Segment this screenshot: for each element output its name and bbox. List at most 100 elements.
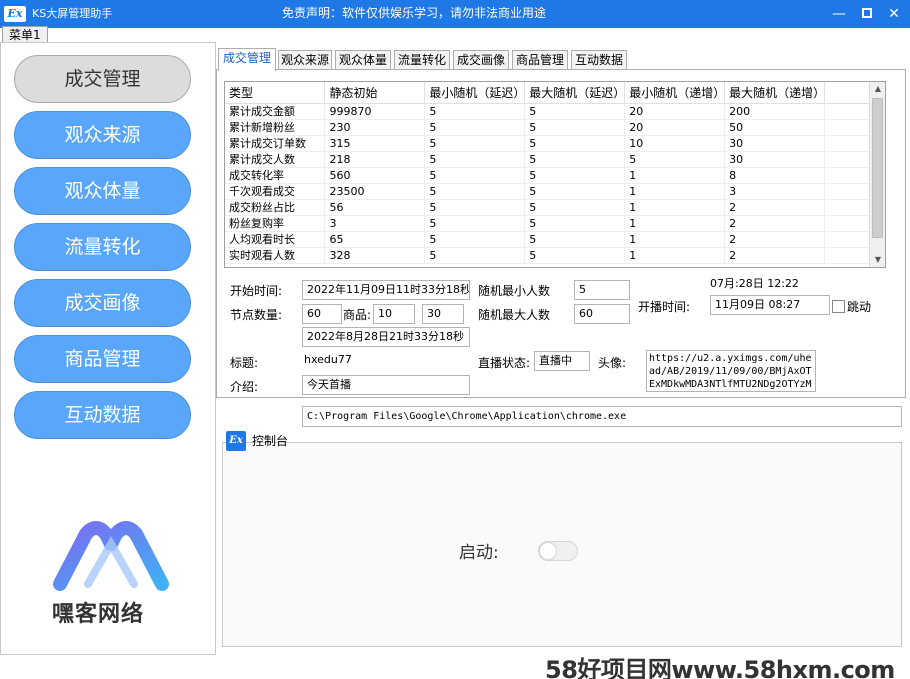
- maximize-button[interactable]: [854, 4, 880, 24]
- tab-audience-source[interactable]: 观众来源: [278, 50, 332, 70]
- grid-cell[interactable]: 5: [424, 183, 526, 200]
- tab-deal-management[interactable]: 成交管理: [218, 48, 276, 71]
- grid-cell[interactable]: 3: [724, 183, 826, 200]
- grid-cell[interactable]: 2: [724, 231, 826, 248]
- jump-checkbox[interactable]: [832, 300, 845, 313]
- grid-cell[interactable]: 人均观看时长: [225, 231, 326, 248]
- nav-goods-management-button[interactable]: 商品管理: [14, 335, 191, 383]
- scroll-thumb[interactable]: [872, 98, 883, 238]
- grid-header-static-initial[interactable]: 静态初始: [324, 82, 426, 104]
- open-time-field[interactable]: 11月09日 08:27: [710, 295, 830, 315]
- tab-interaction-data[interactable]: 互动数据: [571, 50, 627, 70]
- grid-cell[interactable]: 2: [724, 247, 826, 264]
- table-row[interactable]: 成交粉丝占比 56 5 5 1 2: [225, 199, 870, 216]
- grid-cell[interactable]: 1: [624, 183, 726, 200]
- nav-deal-profile-button[interactable]: 成交画像: [14, 279, 191, 327]
- grid-cell[interactable]: 5: [424, 135, 526, 152]
- grid-cell[interactable]: 1: [624, 215, 726, 232]
- grid-cell[interactable]: 5: [524, 199, 626, 216]
- grid-cell[interactable]: 30: [724, 135, 826, 152]
- start-toggle[interactable]: [538, 541, 578, 561]
- grid-cell[interactable]: 1: [624, 199, 726, 216]
- jump-label[interactable]: 跳动: [847, 298, 871, 316]
- grid-cell[interactable]: 5: [424, 199, 526, 216]
- table-row[interactable]: 粉丝复购率 3 5 5 1 2: [225, 215, 870, 232]
- grid-cell[interactable]: 315: [324, 135, 426, 152]
- grid-cell[interactable]: 5: [524, 183, 626, 200]
- grid-cell[interactable]: 328: [324, 247, 426, 264]
- grid-cell[interactable]: 5: [524, 247, 626, 264]
- grid-cell[interactable]: 50: [724, 119, 826, 136]
- chrome-path-field[interactable]: C:\Program Files\Google\Chrome\Applicati…: [302, 406, 902, 427]
- grid-cell[interactable]: 1: [624, 167, 726, 184]
- intro-field[interactable]: 今天首播: [302, 375, 470, 395]
- grid-cell[interactable]: 5: [524, 215, 626, 232]
- grid-cell[interactable]: 5: [524, 151, 626, 168]
- grid-cell[interactable]: 累计成交金额: [225, 103, 326, 120]
- grid-cell[interactable]: 65: [324, 231, 426, 248]
- tab-goods-management[interactable]: 商品管理: [512, 50, 568, 70]
- grid-cell[interactable]: 5: [624, 151, 726, 168]
- grid-cell[interactable]: 3: [324, 215, 426, 232]
- tab-traffic-conversion[interactable]: 流量转化: [394, 50, 450, 70]
- grid-cell[interactable]: 560: [324, 167, 426, 184]
- nav-audience-source-button[interactable]: 观众来源: [14, 111, 191, 159]
- grid-cell[interactable]: 56: [324, 199, 426, 216]
- grid-cell[interactable]: 实时观看人数: [225, 247, 326, 264]
- random-min-field[interactable]: 5: [574, 280, 630, 300]
- grid-cell[interactable]: 5: [524, 135, 626, 152]
- grid-cell[interactable]: 5: [524, 167, 626, 184]
- table-row[interactable]: 累计成交人数 218 5 5 5 30: [225, 151, 870, 168]
- grid-cell[interactable]: 8: [724, 167, 826, 184]
- grid-cell[interactable]: 999870: [324, 103, 426, 120]
- title-value[interactable]: hxedu77: [304, 352, 352, 368]
- grid-vertical-scrollbar[interactable]: ▲ ▼: [869, 82, 885, 267]
- close-button[interactable]: ✕: [881, 4, 907, 24]
- goods-min-field[interactable]: 10: [373, 304, 415, 324]
- grid-header-min-random-delay[interactable]: 最小随机（延迟）: [424, 82, 525, 104]
- nav-audience-volume-button[interactable]: 观众体量: [14, 167, 191, 215]
- grid-cell[interactable]: 5: [524, 231, 626, 248]
- minimize-button[interactable]: —: [826, 4, 852, 24]
- grid-header-min-random-increment[interactable]: 最小随机（递增）: [624, 82, 725, 104]
- grid-cell[interactable]: 5: [424, 103, 526, 120]
- grid-cell[interactable]: 218: [324, 151, 426, 168]
- table-row[interactable]: 人均观看时长 65 5 5 1 2: [225, 231, 870, 248]
- grid-cell[interactable]: 累计成交订单数: [225, 135, 326, 152]
- table-row[interactable]: 累计成交订单数 315 5 5 10 30: [225, 135, 870, 152]
- scroll-up-arrow-icon[interactable]: ▲: [870, 82, 885, 96]
- data-grid[interactable]: 类型 静态初始 最小随机（延迟） 最大随机（延迟） 最小随机（递增） 最大随机（…: [224, 81, 886, 268]
- end-time-field[interactable]: 2022年8月28日21时33分18秒: [302, 327, 470, 347]
- grid-cell[interactable]: 千次观看成交: [225, 183, 326, 200]
- grid-cell[interactable]: 5: [424, 231, 526, 248]
- grid-cell[interactable]: 5: [424, 119, 526, 136]
- grid-cell[interactable]: 30: [724, 151, 826, 168]
- nav-traffic-conversion-button[interactable]: 流量转化: [14, 223, 191, 271]
- grid-cell[interactable]: 5: [424, 215, 526, 232]
- grid-cell[interactable]: 2: [724, 215, 826, 232]
- grid-header-max-random-delay[interactable]: 最大随机（延迟）: [524, 82, 625, 104]
- grid-cell[interactable]: 粉丝复购率: [225, 215, 326, 232]
- start-time-field[interactable]: 2022年11月09日11时33分18秒: [302, 280, 470, 300]
- live-status-field[interactable]: 直播中: [534, 351, 590, 371]
- grid-cell[interactable]: 成交转化率: [225, 167, 326, 184]
- table-row[interactable]: 千次观看成交 23500 5 5 1 3: [225, 183, 870, 200]
- grid-header-max-random-increment[interactable]: 最大随机（递增）: [724, 82, 825, 104]
- table-row[interactable]: 实时观看人数 328 5 5 1 2: [225, 247, 870, 264]
- grid-cell[interactable]: 成交粉丝占比: [225, 199, 326, 216]
- grid-cell[interactable]: 5: [524, 103, 626, 120]
- avatar-url-field[interactable]: https://u2.a.yximgs.com/uhead/AB/2019/11…: [646, 350, 816, 392]
- table-row[interactable]: 累计新增粉丝 230 5 5 20 50: [225, 119, 870, 136]
- grid-cell[interactable]: 5: [424, 247, 526, 264]
- grid-cell[interactable]: 23500: [324, 183, 426, 200]
- grid-cell[interactable]: 1: [624, 247, 726, 264]
- table-row[interactable]: 成交转化率 560 5 5 1 8: [225, 167, 870, 184]
- node-count-field[interactable]: 60: [302, 304, 342, 324]
- grid-cell[interactable]: 230: [324, 119, 426, 136]
- title-bar[interactable]: Ex KS大屏管理助手 免责声明：软件仅供娱乐学习，请勿非法商业用途 — ✕: [0, 0, 910, 28]
- grid-cell[interactable]: 5: [424, 167, 526, 184]
- grid-cell[interactable]: 累计新增粉丝: [225, 119, 326, 136]
- scroll-down-arrow-icon[interactable]: ▼: [870, 253, 885, 267]
- grid-cell[interactable]: 20: [624, 103, 726, 120]
- grid-cell[interactable]: 累计成交人数: [225, 151, 326, 168]
